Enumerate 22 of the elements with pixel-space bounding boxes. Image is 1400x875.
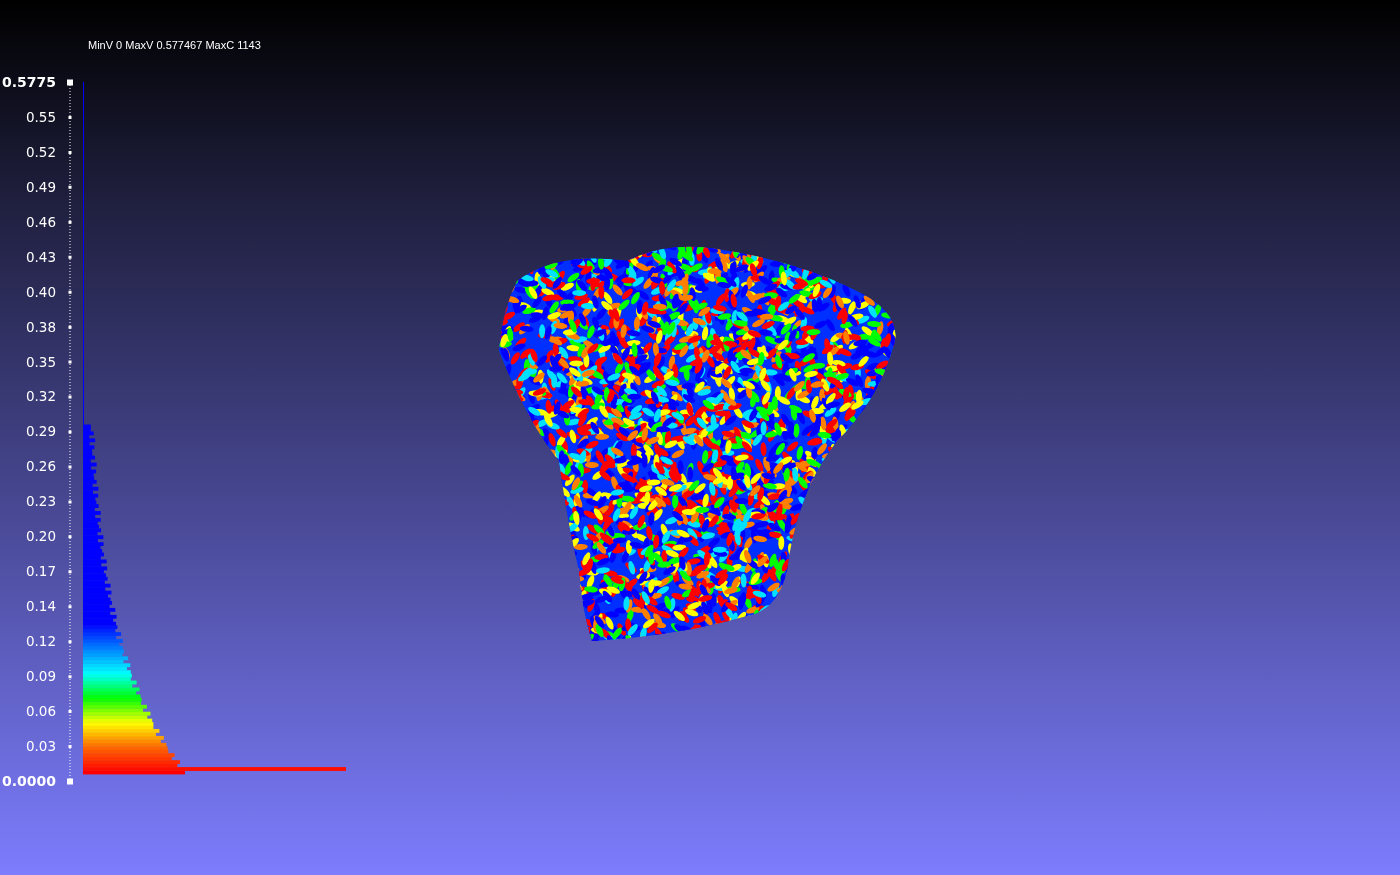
scale-label: 0.52 [25,143,56,161]
scale-label: 0.5775 [1,74,56,91]
scale-label: 0.03 [25,737,56,755]
scale-label: 0.35 [25,353,56,371]
scale-label: 0.06 [25,702,56,720]
scale-label: 0.49 [25,178,56,196]
scale-label: 0.14 [25,598,56,616]
scale-label: 0.38 [25,318,56,336]
scale-label: 0.40 [25,283,56,301]
scale-label: 0.0000 [1,772,56,790]
scale-label: 0.23 [25,493,56,511]
scale-label: 0.17 [25,563,56,581]
value-range-info: MinV 0 MaxV 0.577467 MaxC 1143 [88,39,261,51]
scale-label: 0.09 [25,667,56,685]
scale-label: 0.55 [25,108,56,126]
scale-label: 0.29 [25,423,56,441]
scale-label: 0.32 [25,388,56,406]
scale-label: 0.12 [25,633,56,650]
scale-label: 0.26 [25,458,56,476]
scale-label: 0.20 [25,528,56,546]
scale-label: 0.43 [25,248,56,266]
scale-label: 0.46 [25,213,56,231]
